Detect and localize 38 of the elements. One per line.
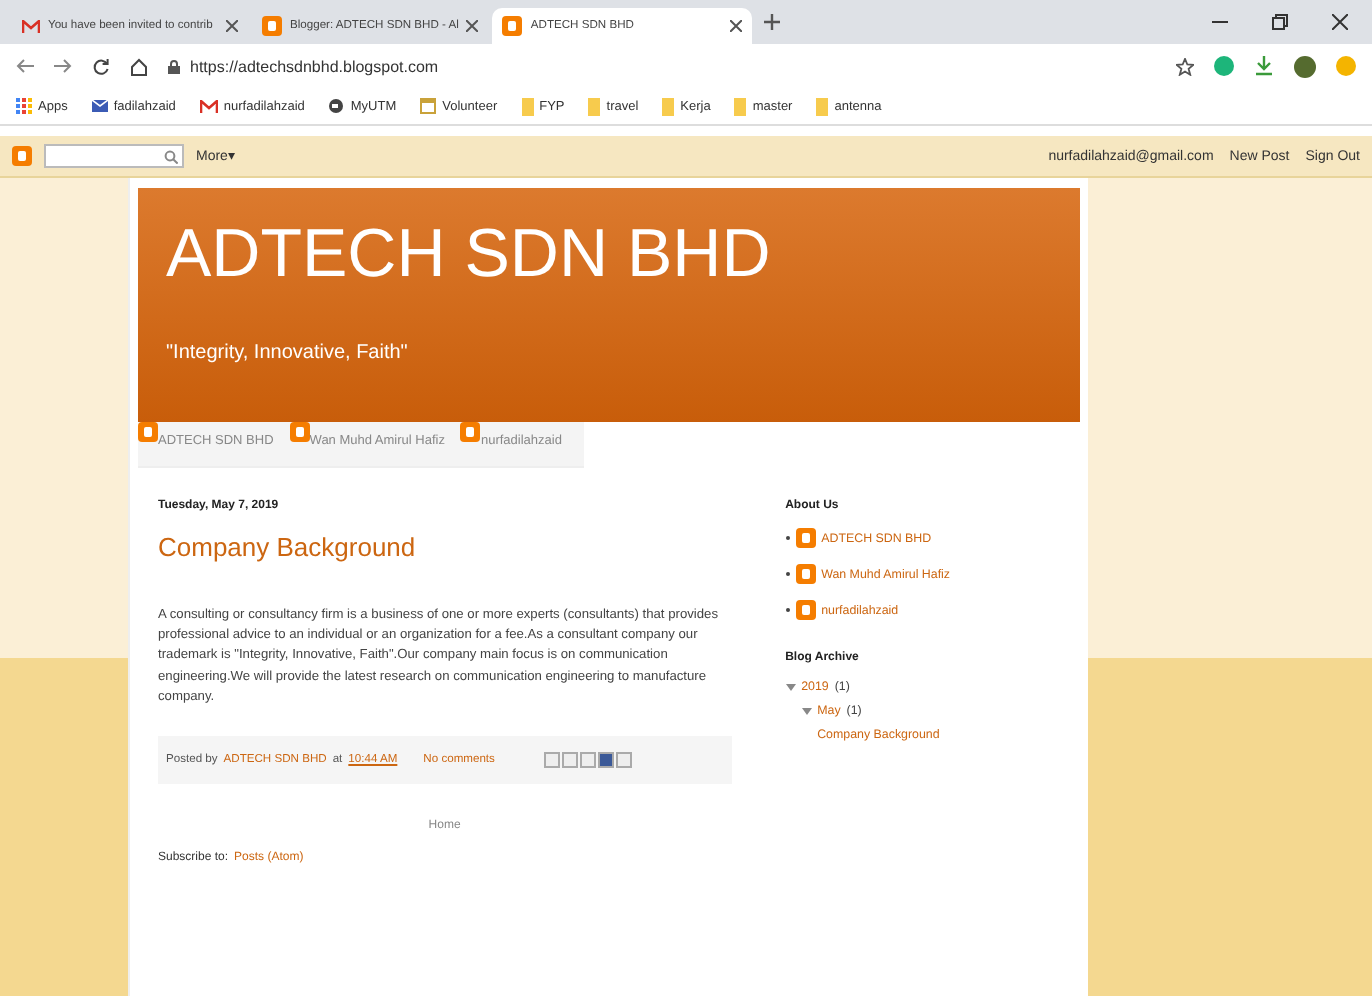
calendar-icon (420, 98, 437, 114)
folder-icon (521, 97, 534, 115)
blogger-logo-icon (12, 146, 32, 166)
home-icon[interactable] (130, 57, 148, 75)
folder-icon (588, 97, 601, 115)
forward-arrow-icon[interactable] (54, 58, 72, 74)
search-field[interactable] (44, 144, 184, 168)
envelope-icon (91, 100, 108, 112)
toggle-triangle-icon[interactable] (801, 706, 812, 716)
reload-icon[interactable] (92, 57, 110, 75)
blogger-icon (795, 600, 816, 620)
back-arrow-icon[interactable] (16, 58, 34, 74)
mail-icon (22, 19, 40, 33)
post-title[interactable]: Company Background (158, 532, 732, 562)
folder-icon (662, 97, 675, 115)
blog-description: "Integrity, Innovative, Faith" (166, 342, 410, 364)
close-icon[interactable] (1332, 14, 1348, 30)
lock-icon (168, 59, 180, 73)
profile-avatar-icon[interactable] (1294, 55, 1316, 77)
folder-icon (734, 97, 747, 115)
close-icon[interactable] (226, 20, 238, 32)
toggle-triangle-icon[interactable] (785, 682, 796, 692)
restore-icon[interactable] (1272, 14, 1288, 30)
close-icon[interactable] (466, 20, 479, 32)
blogger-icon (502, 16, 523, 36)
search-icon[interactable] (164, 149, 178, 163)
address-field[interactable]: https://adtechsdnbhd.blogspot.com (168, 57, 1156, 75)
close-icon[interactable] (730, 20, 743, 32)
download-icon[interactable] (1254, 56, 1274, 76)
blogger-icon (795, 528, 816, 548)
apps-grid-icon (16, 98, 32, 114)
blogger-icon (795, 564, 816, 584)
new-tab-icon[interactable] (764, 14, 781, 30)
mail-icon (199, 99, 218, 113)
blogger-icon (262, 16, 282, 36)
star-icon[interactable] (1176, 57, 1194, 75)
folder-icon (816, 97, 829, 115)
update-badge-icon[interactable] (1336, 56, 1356, 76)
